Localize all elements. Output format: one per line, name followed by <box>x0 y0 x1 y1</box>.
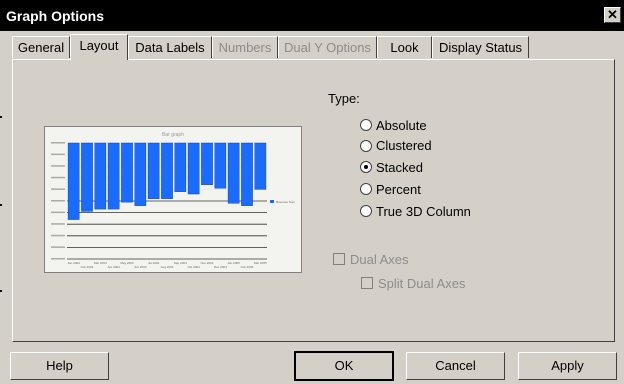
x-tick-label: Jun 2004 <box>134 265 147 269</box>
radio-button[interactable] <box>360 183 372 195</box>
x-tick-label: Sep 2004 <box>174 261 187 265</box>
left-edge-mark <box>0 204 2 206</box>
bar <box>107 142 120 210</box>
bar-series <box>67 142 267 220</box>
x-tick-label: Mar 2004 <box>94 261 107 265</box>
type-label: Type: <box>328 91 360 106</box>
radio-button-selected[interactable] <box>360 161 372 173</box>
y-tick-label <box>51 258 65 260</box>
tab-label: Dual Y Options <box>284 40 371 55</box>
bar <box>187 142 200 195</box>
help-button[interactable]: Help <box>10 352 109 380</box>
bar <box>94 142 107 210</box>
tab-look[interactable]: Look <box>377 36 432 58</box>
bar <box>161 142 173 199</box>
x-tick-label: Dec 2004 <box>214 265 227 269</box>
bar <box>174 142 187 192</box>
x-tick-label: Nov 2004 <box>201 261 214 265</box>
left-edge-mark <box>0 290 2 292</box>
y-tick-label <box>51 176 65 179</box>
chart-title: Bar graph <box>162 132 184 138</box>
radio-button[interactable] <box>360 119 372 131</box>
x-tick-label: Aug 2004 <box>161 265 174 269</box>
bar <box>201 142 213 185</box>
tab-numbers[interactable]: Numbers <box>212 36 278 58</box>
apply-button[interactable]: Apply <box>518 352 617 380</box>
bar <box>81 142 93 212</box>
x-tick-label: May 2004 <box>120 261 134 265</box>
ok-button[interactable]: OK <box>294 351 394 381</box>
radio-button[interactable] <box>360 140 372 152</box>
preview-chart: Bar graph Jan 2004 Mar 2004 May 2004 Jul 20… <box>51 132 296 269</box>
y-tick-label <box>51 223 65 225</box>
x-tick-label: Feb 2004 <box>81 265 94 269</box>
left-edge-mark <box>0 116 2 118</box>
tab-data-labels[interactable]: Data Labels <box>128 36 212 58</box>
tab-label: Layout <box>79 38 119 53</box>
radio-label[interactable]: True 3D Column <box>376 204 471 219</box>
bar <box>121 142 133 203</box>
bar <box>147 142 160 199</box>
x-tick-label: Oct 2004 <box>188 265 201 269</box>
tab-label: General <box>17 40 65 55</box>
tab-general[interactable]: General <box>12 36 70 58</box>
close-button[interactable]: ✕ <box>604 7 621 23</box>
y-tick-label <box>51 142 65 144</box>
window-title: Graph Options <box>6 8 104 24</box>
x-tick-label: Jan 2005 <box>227 261 240 265</box>
checkbox-label[interactable]: Dual Axes <box>350 252 409 267</box>
x-tick-label: Jan 2004 <box>67 261 80 265</box>
radio-label[interactable]: Clustered <box>376 138 432 153</box>
tab-label: Numbers <box>218 40 272 55</box>
radio-label[interactable]: Absolute <box>376 118 427 133</box>
checkbox-box[interactable] <box>333 253 345 265</box>
tab-dual-y-options[interactable]: Dual Y Options <box>278 36 377 58</box>
y-tick-label <box>51 246 65 248</box>
title-bar: Graph Options ✕ <box>0 0 624 31</box>
tab-display-status[interactable]: Display Status <box>432 36 529 58</box>
bar <box>134 142 147 206</box>
radio-label[interactable]: Stacked <box>376 160 423 175</box>
x-tick-label: Feb 2005 <box>241 265 254 269</box>
y-tick-label <box>51 211 65 214</box>
tab-label: Look <box>390 40 419 55</box>
x-tick-label: Mar 2005 <box>254 261 267 265</box>
legend-swatch <box>270 200 274 203</box>
bar <box>227 142 240 204</box>
bar <box>214 142 227 189</box>
x-axis-labels: Jan 2004 Mar 2004 May 2004 Jul 2004 Sep 2004… <box>67 261 267 269</box>
tab-label: Data Labels <box>135 40 205 55</box>
radio-button[interactable] <box>360 205 372 217</box>
checkbox-box[interactable] <box>361 277 373 289</box>
checkbox-label[interactable]: Split Dual Axes <box>378 276 465 291</box>
x-tick-label: Apr 2004 <box>108 265 121 269</box>
cancel-button[interactable]: Cancel <box>406 352 505 380</box>
y-tick-label <box>51 200 65 202</box>
tab-layout[interactable]: Layout <box>70 34 128 60</box>
radio-label[interactable]: Percent <box>376 182 421 197</box>
legend-label: Revenue Sum <box>276 200 296 204</box>
x-tick-label: Jul 2004 <box>148 261 160 265</box>
bar <box>67 142 80 220</box>
tab-label: Display Status <box>438 40 523 55</box>
y-tick-label <box>51 234 65 237</box>
bar <box>241 142 253 206</box>
y-tick-label <box>51 165 65 167</box>
y-tick-label <box>51 188 65 190</box>
y-tick-label <box>51 153 65 156</box>
bar <box>254 142 267 190</box>
y-axis-labels <box>51 142 65 260</box>
graph-preview: Bar graph Jan 2004 Mar 2004 May 2004 Jul 20… <box>44 126 302 273</box>
close-icon: ✕ <box>607 7 618 22</box>
